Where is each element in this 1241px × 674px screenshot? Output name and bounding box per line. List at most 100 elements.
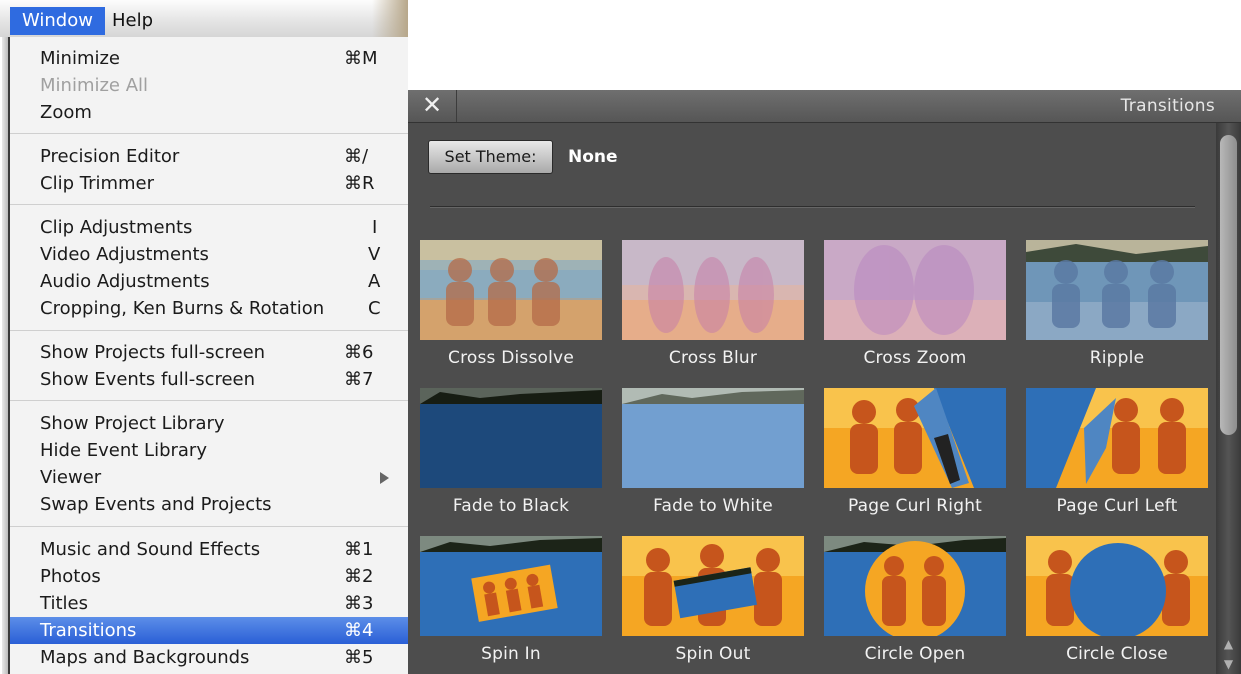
menu-item-photos[interactable]: Photos ⌘2 [10, 563, 408, 590]
panel-title-bar: ✕ Transitions [408, 90, 1241, 123]
menu-item-label: Show Events full-screen [40, 369, 256, 390]
transition-thumbnail [824, 388, 1006, 488]
transition-label: Spin Out [675, 644, 751, 664]
close-icon: ✕ [421, 91, 443, 119]
scrollbar-thumb[interactable] [1220, 135, 1237, 435]
transition-spin-out[interactable]: Spin Out [622, 536, 804, 674]
menu-item-zoom[interactable]: Zoom [10, 99, 408, 126]
close-button[interactable]: ✕ [408, 90, 457, 122]
transition-thumbnail [622, 536, 804, 636]
transition-thumbnail [824, 240, 1006, 340]
menu-item-shortcut: ⌘/ [344, 146, 369, 167]
panel-scrollbar[interactable]: ▲ ▼ [1216, 123, 1241, 674]
menu-item-show-project-library[interactable]: Show Project Library [10, 410, 408, 437]
menu-item-label: Minimize [40, 48, 120, 69]
transition-spin-in[interactable]: Spin In [420, 536, 602, 674]
menu-item-minimize[interactable]: Minimize ⌘M [10, 45, 408, 72]
transition-cross-zoom[interactable]: Cross Zoom [824, 240, 1006, 382]
menu-item-label: Video Adjustments [40, 244, 209, 265]
transition-label: Circle Close [1066, 644, 1168, 664]
menu-item-clip-trimmer[interactable]: Clip Trimmer ⌘R [10, 170, 408, 197]
transition-thumbnail [1026, 536, 1208, 636]
menu-item-shortcut: ⌘R [344, 173, 375, 194]
menu-item-shortcut: ⌘1 [344, 539, 374, 560]
submenu-arrow-icon [380, 472, 389, 484]
menu-item-label: Hide Event Library [40, 440, 207, 461]
menu-item-label: Zoom [40, 102, 92, 123]
transition-ripple[interactable]: Ripple [1026, 240, 1208, 382]
menu-item-cropping[interactable]: Cropping, Ken Burns & Rotation C [10, 295, 408, 322]
menu-item-audio-adjustments[interactable]: Audio Adjustments A [10, 268, 408, 295]
transition-cross-dissolve[interactable]: Cross Dissolve [420, 240, 602, 382]
menu-item-shortcut: ⌘5 [344, 647, 374, 668]
menu-item-clip-adjustments[interactable]: Clip Adjustments I [10, 214, 408, 241]
menu-item-label: Clip Adjustments [40, 217, 193, 238]
menu-item-video-adjustments[interactable]: Video Adjustments V [10, 241, 408, 268]
menu-separator [10, 204, 408, 205]
menu-item-titles[interactable]: Titles ⌘3 [10, 590, 408, 617]
menu-separator [10, 133, 408, 134]
transition-label: Spin In [481, 644, 541, 664]
transition-page-curl-right[interactable]: Page Curl Right [824, 388, 1006, 530]
menu-item-swap-events-projects[interactable]: Swap Events and Projects [10, 491, 408, 518]
menu-item-events-full-screen[interactable]: Show Events full-screen ⌘7 [10, 366, 408, 393]
menu-item-label: Cropping, Ken Burns & Rotation [40, 298, 325, 319]
menu-window[interactable]: Window [10, 7, 105, 35]
transition-label: Fade to Black [452, 496, 570, 516]
panel-title: Transitions [1120, 96, 1215, 116]
menu-item-viewer[interactable]: Viewer [10, 464, 408, 491]
menu-item-label: Titles [40, 593, 88, 614]
menu-item-label: Minimize All [40, 75, 149, 96]
transition-cross-blur[interactable]: Cross Blur [622, 240, 804, 382]
menu-item-label: Photos [40, 566, 101, 587]
menu-item-label: Music and Sound Effects [40, 539, 261, 560]
window-menu-dropdown: Minimize ⌘M Minimize All Zoom Precision … [2, 37, 408, 674]
menu-item-maps-backgrounds[interactable]: Maps and Backgrounds ⌘5 [10, 644, 408, 671]
menu-item-shortcut: ⌘4 [344, 620, 374, 641]
transition-label: Page Curl Right [847, 496, 983, 516]
menu-separator [10, 526, 408, 527]
menu-item-hide-event-library[interactable]: Hide Event Library [10, 437, 408, 464]
menu-item-label: Audio Adjustments [40, 271, 210, 292]
transition-thumbnail [1026, 240, 1208, 340]
menu-item-label: Clip Trimmer [40, 173, 155, 194]
transition-page-curl-left[interactable]: Page Curl Left [1026, 388, 1208, 530]
menu-item-precision-editor[interactable]: Precision Editor ⌘/ [10, 143, 408, 170]
menu-item-shortcut: ⌘7 [344, 369, 374, 390]
transition-circle-open[interactable]: Circle Open [824, 536, 1006, 674]
menu-help[interactable]: Help [100, 7, 165, 35]
theme-value: None [568, 147, 618, 167]
set-theme-button[interactable]: Set Theme: [428, 140, 553, 174]
transition-label: Cross Dissolve [448, 348, 574, 368]
transition-fade-to-black[interactable]: Fade to Black [420, 388, 602, 530]
scroll-down-arrow-icon[interactable]: ▼ [1216, 654, 1241, 674]
transition-thumbnail [824, 536, 1006, 636]
menu-item-label: Show Project Library [40, 413, 225, 434]
menu-item-shortcut: C [368, 298, 381, 319]
menu-item-label: Swap Events and Projects [40, 494, 272, 515]
transition-fade-to-white[interactable]: Fade to White [622, 388, 804, 530]
transition-thumbnail [622, 240, 804, 340]
transition-label: Page Curl Left [1056, 496, 1178, 516]
menu-item-shortcut: ⌘6 [344, 342, 374, 363]
menu-item-label: Maps and Backgrounds [40, 647, 250, 668]
transition-thumbnail [420, 388, 602, 488]
menu-item-projects-full-screen[interactable]: Show Projects full-screen ⌘6 [10, 339, 408, 366]
transition-thumbnail [420, 536, 602, 636]
transition-circle-close[interactable]: Circle Close [1026, 536, 1208, 674]
menu-item-transitions[interactable]: Transitions ⌘4 [10, 617, 408, 644]
panel-divider [430, 206, 1195, 207]
menu-item-label: Transitions [40, 620, 137, 641]
menu-item-shortcut: ⌘2 [344, 566, 374, 587]
menu-item-shortcut: A [368, 271, 381, 292]
menu-item-label: Viewer [40, 467, 102, 488]
menu-item-music-sound-effects[interactable]: Music and Sound Effects ⌘1 [10, 536, 408, 563]
transition-thumbnail [1026, 388, 1208, 488]
menu-item-shortcut: ⌘3 [344, 593, 374, 614]
transitions-panel: ✕ Transitions Set Theme: None Cross Diss… [408, 90, 1241, 674]
scroll-up-arrow-icon[interactable]: ▲ [1216, 634, 1241, 654]
transition-thumbnail [420, 240, 602, 340]
transition-thumbnail [622, 388, 804, 488]
transition-label: Fade to White [653, 496, 773, 516]
transition-label: Cross Blur [668, 348, 758, 368]
